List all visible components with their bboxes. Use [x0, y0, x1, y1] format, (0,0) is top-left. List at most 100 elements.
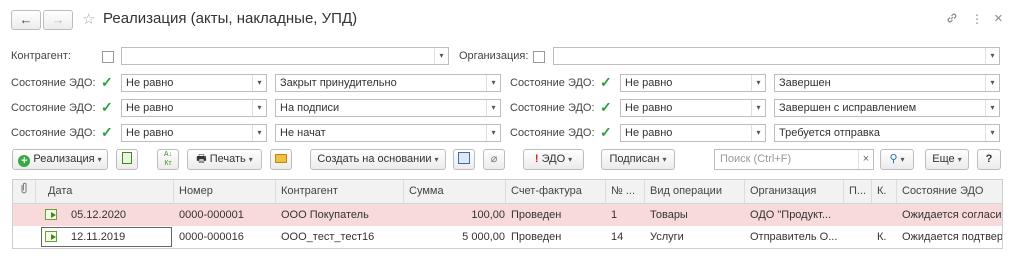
column-header-org[interactable]: Организация: [750, 180, 843, 202]
copy-document-button[interactable]: [116, 149, 138, 170]
cell-counterparty: ООО Покупатель: [281, 209, 369, 221]
edo-state-label: Состояние ЭДО:: [510, 102, 595, 114]
edo-value-right-select[interactable]: Завершен ▾: [774, 74, 1000, 92]
column-header-operation[interactable]: Вид операции: [650, 180, 744, 202]
chevron-down-icon: ▾: [751, 75, 765, 91]
search-button[interactable]: ⚲ ▾: [880, 149, 914, 170]
cell-operation: Услуги: [650, 231, 684, 243]
edo-value-right-select[interactable]: Требуется отправка ▾: [774, 124, 1000, 142]
cell-k: К.: [877, 231, 887, 243]
more-menu-icon[interactable]: ⋮: [971, 12, 983, 26]
column-header-number[interactable]: Номер: [179, 180, 275, 202]
signed-filter-button[interactable]: Подписан ▾: [601, 149, 675, 170]
more-button[interactable]: Еще ▾: [925, 149, 969, 170]
envelope-icon: [275, 154, 287, 163]
table-header: Дата Номер Контрагент Сумма Счет-фактура № ..…: [13, 180, 1002, 204]
edo-condition-right-select[interactable]: Не равно ▾: [620, 99, 766, 117]
column-header-edo-state[interactable]: Состояние ЭДО: [902, 180, 1002, 202]
print-button[interactable]: 🖶 Печать ▾: [187, 149, 262, 170]
chevron-down-icon: ▾: [252, 125, 266, 141]
edo-state-label: Состояние ЭДО:: [510, 127, 595, 139]
favorite-star-icon[interactable]: ☆: [82, 10, 95, 28]
edo-state-label: Состояние ЭДО:: [11, 102, 96, 114]
create-based-on-button[interactable]: Создать на основании ▾: [310, 149, 446, 170]
realization-create-button[interactable]: + Реализация ▾: [12, 149, 108, 170]
cell-edo-state: Ожидается подтверж: [902, 231, 1002, 243]
cell-operation: Товары: [650, 209, 688, 221]
cell-num: 1: [611, 209, 618, 221]
close-icon[interactable]: ×: [994, 10, 1003, 27]
cell-num: 14: [611, 231, 624, 243]
edo-checkbox-right[interactable]: ✓: [600, 100, 612, 114]
column-header-invoice[interactable]: Счет-фактура: [511, 180, 605, 202]
edo-value-left-select[interactable]: Не начат ▾: [275, 124, 501, 142]
chevron-down-icon: ▾: [751, 125, 765, 141]
edo-condition-right-select[interactable]: Не равно ▾: [620, 124, 766, 142]
back-button[interactable]: ←: [11, 10, 41, 30]
chevron-down-icon: ▾: [751, 100, 765, 116]
edo-state-label: Состояние ЭДО:: [11, 77, 96, 89]
attachment-column-icon: [19, 180, 33, 202]
counterparty-select[interactable]: ▾: [121, 47, 449, 65]
cell-org: ОДО "Продукт...: [750, 209, 832, 221]
sort-az-icon: A↓ Кт: [163, 151, 173, 167]
chevron-down-icon: ▾: [985, 125, 999, 141]
column-header-num[interactable]: № ...: [611, 180, 644, 202]
edo-condition-left-select[interactable]: Не равно ▾: [121, 124, 267, 142]
structure-button[interactable]: [453, 149, 475, 170]
edo-value-left-select[interactable]: На подписи ▾: [275, 99, 501, 117]
chevron-down-icon: ▾: [434, 48, 448, 64]
edo-button[interactable]: ! ЭДО ▾: [523, 149, 584, 170]
attach-button[interactable]: ⌀: [483, 149, 505, 170]
link-icon[interactable]: [946, 12, 958, 27]
chevron-down-icon: ▾: [252, 100, 266, 116]
edo-checkbox-left[interactable]: ✓: [101, 125, 113, 139]
alert-icon: !: [534, 153, 539, 165]
chevron-down-icon: ▾: [985, 48, 999, 64]
table-row[interactable]: 12.11.2019 0000-000016 ООО_тест_тест16 5 00…: [13, 226, 1002, 248]
cell-date: 05.12.2020: [71, 209, 127, 221]
cell-number: 0000-000016: [179, 231, 244, 243]
search-icon: ⚲: [889, 153, 898, 165]
cell-invoice: Проведен: [511, 231, 562, 243]
paperclip-icon: ⌀: [490, 153, 498, 165]
chevron-down-icon: ▾: [486, 100, 500, 116]
posted-document-icon: [45, 209, 57, 220]
column-header-p[interactable]: П...: [849, 180, 871, 202]
edo-condition-left-select[interactable]: Не равно ▾: [121, 99, 267, 117]
edo-value-left-select[interactable]: Закрыт принудительно ▾: [275, 74, 501, 92]
organization-checkbox[interactable]: [533, 51, 545, 63]
column-header-sum[interactable]: Сумма: [409, 180, 505, 202]
cell-sum: 100,00: [471, 209, 505, 221]
edo-checkbox-left[interactable]: ✓: [101, 100, 113, 114]
search-input[interactable]: Поиск (Ctrl+F) ×: [714, 149, 874, 170]
cell-org: Отправитель О...: [750, 231, 838, 243]
sort-az-button[interactable]: A↓ Кт: [157, 149, 179, 170]
help-button[interactable]: ?: [977, 149, 1001, 170]
counterparty-checkbox[interactable]: [102, 51, 114, 63]
chevron-down-icon: ▾: [252, 75, 266, 91]
cell-sum: 5 000,00: [462, 231, 505, 243]
table-row[interactable]: 05.12.2020 0000-000001 ООО Покупатель 100,0…: [13, 204, 1002, 226]
plus-icon: +: [18, 155, 31, 167]
cell-counterparty: ООО_тест_тест16: [281, 231, 375, 243]
document-green-icon: [122, 152, 132, 164]
email-button[interactable]: [270, 149, 292, 170]
counterparty-label: Контрагент:: [11, 50, 71, 62]
edo-checkbox-left[interactable]: ✓: [101, 75, 113, 89]
edo-condition-right-select[interactable]: Не равно ▾: [620, 74, 766, 92]
column-header-date[interactable]: Дата: [48, 180, 173, 202]
documents-table: Дата Номер Контрагент Сумма Счет-фактура № ..…: [12, 179, 1003, 249]
edo-state-label: Состояние ЭДО:: [11, 127, 96, 139]
clear-search-icon[interactable]: ×: [858, 150, 873, 169]
organization-select[interactable]: ▾: [553, 47, 1000, 65]
edo-condition-left-select[interactable]: Не равно ▾: [121, 74, 267, 92]
forward-button[interactable]: →: [43, 10, 73, 30]
edo-checkbox-right[interactable]: ✓: [600, 75, 612, 89]
organization-label: Организация:: [459, 50, 529, 62]
edo-checkbox-right[interactable]: ✓: [600, 125, 612, 139]
column-header-k[interactable]: К.: [877, 180, 897, 202]
edo-value-right-select[interactable]: Завершен с исправлением ▾: [774, 99, 1000, 117]
cell-date: 12.11.2019: [71, 231, 126, 243]
column-header-counterparty[interactable]: Контрагент: [281, 180, 403, 202]
